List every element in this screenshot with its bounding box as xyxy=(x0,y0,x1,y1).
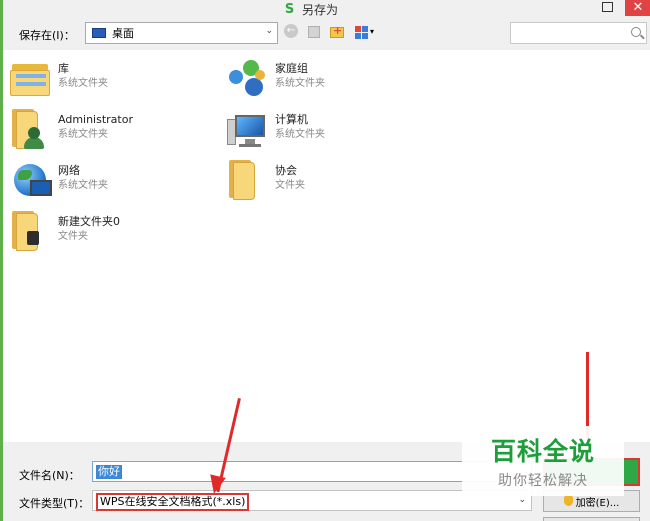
close-button[interactable]: ✕ xyxy=(625,0,650,16)
chevron-down-icon: ⌄ xyxy=(518,495,526,505)
file-name: 计算机 xyxy=(275,113,308,126)
file-type: 系统文件夹 xyxy=(275,78,325,89)
shield-icon xyxy=(563,496,573,506)
cancel-button[interactable] xyxy=(543,517,640,521)
desktop-icon xyxy=(92,28,106,38)
locked-folder-icon xyxy=(8,209,54,255)
user-folder-icon xyxy=(8,107,54,153)
file-item[interactable]: 计算机 系统文件夹 xyxy=(225,107,325,153)
location-select[interactable]: 桌面 ⌄ xyxy=(85,22,278,44)
watermark-subtitle: 助你轻松解决 xyxy=(498,473,588,489)
file-type: 系统文件夹 xyxy=(58,129,108,140)
back-button[interactable]: ← xyxy=(284,24,300,40)
file-item[interactable]: Administrator 系统文件夹 xyxy=(8,107,133,153)
homegroup-icon xyxy=(225,56,271,102)
save-in-label: 保存在(I)： xyxy=(19,29,75,42)
view-menu-button[interactable]: ▾ xyxy=(355,24,377,40)
search-icon xyxy=(631,27,641,37)
location-value: 桌面 xyxy=(112,27,134,40)
new-folder-button[interactable] xyxy=(330,24,346,40)
wps-logo-icon: S xyxy=(284,1,295,17)
file-name: 协会 xyxy=(275,164,297,177)
file-name: Administrator xyxy=(58,113,133,126)
watermark-title: 百科全说 xyxy=(490,437,595,466)
file-item[interactable]: 库 系统文件夹 xyxy=(8,56,108,102)
up-folder-icon xyxy=(308,26,320,38)
file-item[interactable]: 新建文件夹0 文件夹 xyxy=(8,209,120,255)
folder-icon xyxy=(225,158,271,204)
filename-label: 文件名(N)： xyxy=(19,469,80,482)
file-type: 文件夹 xyxy=(275,180,305,191)
file-type: 系统文件夹 xyxy=(58,180,108,191)
file-item[interactable]: 家庭组 系统文件夹 xyxy=(225,56,325,102)
file-item[interactable]: 协会 文件夹 xyxy=(225,158,305,204)
file-name: 库 xyxy=(58,62,69,75)
watermark: 百科全说 助你轻松解决 xyxy=(462,426,624,496)
view-grid-icon xyxy=(355,26,368,39)
computer-icon xyxy=(225,107,271,153)
filename-value: 你好 xyxy=(96,464,122,479)
toolbar: 保存在(I)： 桌面 ⌄ ← ▾ xyxy=(3,18,650,50)
file-name: 家庭组 xyxy=(275,62,308,75)
library-icon xyxy=(8,56,54,102)
new-folder-icon xyxy=(330,24,344,38)
file-name: 新建文件夹0 xyxy=(58,215,120,228)
file-type: 系统文件夹 xyxy=(275,129,325,140)
file-item[interactable]: 网络 系统文件夹 xyxy=(8,158,108,204)
filetype-value: WPS在线安全文档格式(*.xls) xyxy=(96,493,250,511)
up-folder-button[interactable] xyxy=(306,24,322,40)
file-list: 库 系统文件夹 家庭组 系统文件夹 Administrator 系统文件夹 计算… xyxy=(3,50,650,442)
window-title: 另存为 xyxy=(302,3,339,17)
file-type: 文件夹 xyxy=(58,231,88,242)
chevron-down-icon: ⌄ xyxy=(265,26,273,36)
search-input[interactable] xyxy=(510,22,647,44)
file-name: 网络 xyxy=(58,164,80,177)
file-type: 系统文件夹 xyxy=(58,78,108,89)
network-icon xyxy=(8,158,54,204)
title-group: S 另存为 xyxy=(283,1,338,18)
view-caret-icon: ▾ xyxy=(370,27,375,36)
back-icon: ← xyxy=(284,24,298,38)
filetype-label: 文件类型(T)： xyxy=(19,497,90,510)
maximize-button[interactable] xyxy=(597,0,617,16)
title-bar: S 另存为 ✕ xyxy=(3,0,650,18)
maximize-icon xyxy=(602,2,613,12)
